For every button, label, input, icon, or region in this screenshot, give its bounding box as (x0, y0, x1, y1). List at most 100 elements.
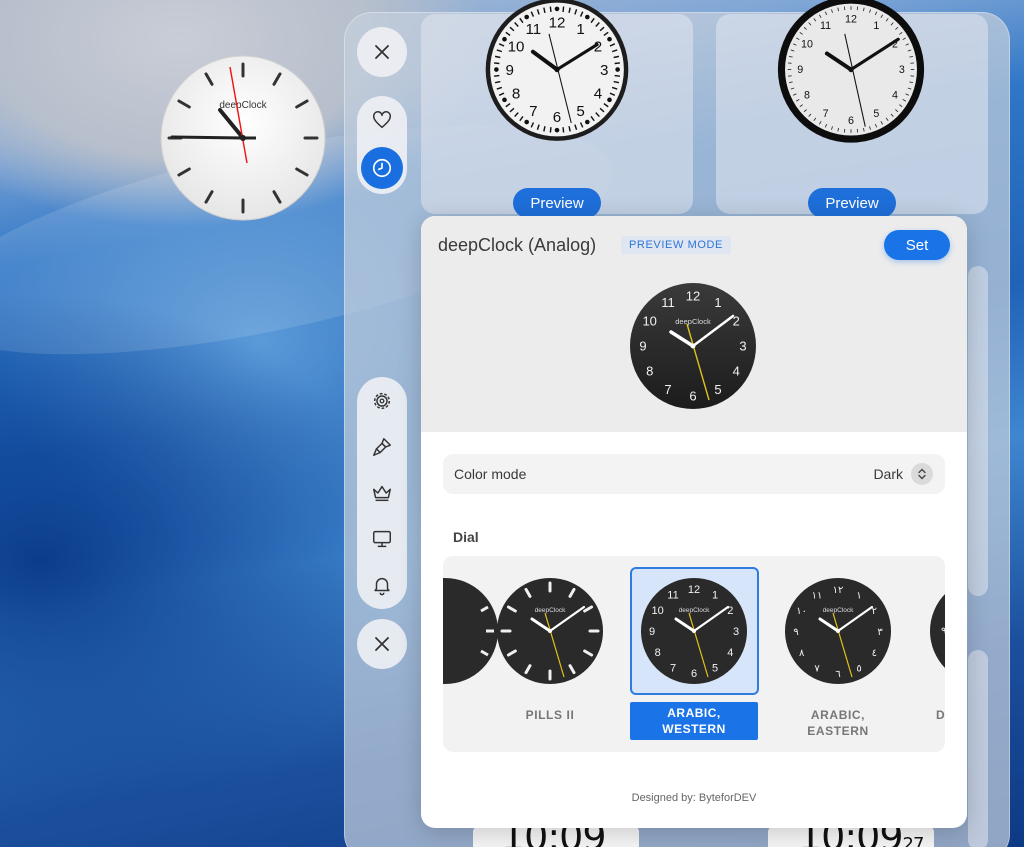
chevron-up-down-icon[interactable] (911, 463, 933, 485)
widget-brand: deepClock (219, 100, 267, 111)
svg-text:11: 11 (667, 590, 678, 602)
svg-text:٥: ٥ (856, 663, 861, 674)
close-button[interactable] (357, 619, 407, 669)
color-mode-label: Color mode (454, 466, 527, 482)
svg-text:12: 12 (845, 13, 857, 25)
svg-text:4: 4 (594, 86, 602, 103)
svg-text:9: 9 (639, 339, 646, 354)
digital-time: 10:09 (798, 826, 904, 847)
svg-text:٧: ٧ (814, 663, 820, 674)
close-icon (375, 637, 389, 651)
sheet-title: deepClock (Analog) (438, 235, 597, 255)
preview-header: deepClock (Analog) PREVIEW MODE Set 12 3 4… (421, 216, 967, 432)
svg-text:11: 11 (526, 21, 542, 38)
svg-text:3: 3 (739, 339, 746, 354)
dial-option-arabic-eastern[interactable]: ١٢٣٤٥٦٧٨٩١٠١١١٢ deepClock (784, 577, 892, 685)
dial-brand: deepClock (535, 607, 566, 614)
svg-text:8: 8 (804, 90, 810, 102)
svg-text:١٠: ١٠ (796, 606, 807, 617)
bell-icon (374, 577, 390, 596)
desktop-clock-widget[interactable]: deepClock (160, 55, 326, 221)
svg-text:11: 11 (820, 20, 831, 32)
svg-text:10: 10 (801, 39, 813, 51)
display-button[interactable] (357, 517, 407, 561)
svg-text:6: 6 (691, 668, 697, 680)
svg-text:١١: ١١ (812, 591, 823, 602)
clocks-button[interactable] (361, 147, 403, 189)
gallery-card (968, 650, 988, 847)
svg-text:12: 12 (686, 289, 700, 304)
digital-seconds: 27 (902, 834, 925, 847)
svg-text:6: 6 (553, 109, 561, 126)
clock-preview-sheet: deepClock (Analog) PREVIEW MODE Set 12 3 4… (421, 216, 967, 828)
svg-text:7: 7 (664, 382, 671, 397)
monitor-icon (373, 530, 391, 548)
dial-option-partial[interactable] (443, 577, 499, 685)
preview-button[interactable]: Preview (808, 188, 896, 218)
svg-text:8: 8 (646, 364, 653, 379)
gallery-clock-classic[interactable]: 1234567891011 12 (474, 0, 640, 148)
alarms-button[interactable] (357, 563, 407, 607)
svg-text:١: ١ (856, 591, 861, 602)
gallery-clock-digital[interactable]: 10:0927 (768, 826, 934, 847)
close-button[interactable] (357, 27, 407, 77)
svg-text:10: 10 (508, 38, 525, 55)
svg-text:3: 3 (899, 64, 905, 76)
svg-text:9: 9 (506, 62, 514, 79)
designer-credit: Designed by: ByteforDEV (631, 792, 757, 804)
svg-text:7: 7 (529, 103, 537, 120)
svg-text:7: 7 (823, 108, 829, 120)
dial-option-partial[interactable]: ٩ (929, 577, 945, 685)
svg-text:7: 7 (670, 662, 676, 674)
svg-text:10: 10 (652, 605, 664, 617)
customize-button[interactable] (357, 425, 407, 469)
digital-time: 10:09 (501, 826, 607, 847)
color-mode-selector[interactable]: Color mode Dark (443, 454, 945, 494)
dial-carousel[interactable]: deepClock PILLS II 1 2 3 4 5 6 7 8 9 10 11 12 deepC… (443, 556, 945, 752)
svg-text:9: 9 (649, 626, 655, 638)
gallery-clock-bold-rim[interactable]: 123456789101112 (768, 0, 934, 148)
premium-button[interactable] (357, 471, 407, 515)
svg-text:10: 10 (642, 314, 656, 329)
settings-button[interactable] (357, 379, 407, 423)
set-button[interactable]: Set (884, 230, 950, 260)
svg-text:5: 5 (712, 662, 718, 674)
dial-option-pills-ii[interactable]: deepClock (496, 577, 604, 685)
svg-text:1: 1 (873, 20, 879, 32)
favorites-button[interactable] (357, 98, 407, 142)
svg-text:٩: ٩ (793, 627, 798, 638)
svg-text:3: 3 (733, 626, 739, 638)
svg-text:٦: ٦ (835, 669, 840, 680)
dial-face-arabic-western[interactable]: 1234567891011 12 deepClock (640, 577, 748, 685)
gallery-clock-digital[interactable]: 10:09 (473, 826, 639, 847)
crown-icon (373, 485, 391, 502)
svg-text:12: 12 (549, 15, 566, 32)
svg-text:8: 8 (655, 647, 661, 659)
clock-icon (372, 158, 392, 178)
dial-section-label: Dial (453, 529, 479, 545)
main-clock-preview: 1234567891011 12 deepClock (630, 283, 756, 409)
svg-text:٨: ٨ (799, 648, 805, 659)
svg-text:4: 4 (733, 364, 740, 379)
svg-text:9: 9 (797, 64, 803, 76)
svg-text:5: 5 (576, 103, 584, 120)
preview-mode-badge: PREVIEW MODE (621, 236, 731, 254)
preview-brand: deepClock (675, 317, 711, 326)
svg-text:12: 12 (688, 584, 700, 596)
svg-text:6: 6 (689, 389, 696, 404)
preview-button[interactable]: Preview (513, 188, 601, 218)
gear-icon (373, 392, 391, 410)
view-switcher (357, 96, 407, 194)
svg-text:3: 3 (600, 62, 608, 79)
dial-name: ARABIC, EASTERN (807, 708, 869, 738)
svg-text:1: 1 (712, 590, 718, 602)
svg-text:١٢: ١٢ (833, 585, 844, 596)
close-icon (375, 45, 389, 59)
svg-text:11: 11 (661, 295, 675, 310)
svg-text:8: 8 (512, 86, 520, 103)
svg-text:٩: ٩ (941, 626, 945, 637)
svg-text:5: 5 (714, 382, 721, 397)
color-mode-value: Dark (873, 466, 903, 482)
svg-text:6: 6 (848, 115, 854, 127)
dial-name: D (936, 708, 945, 722)
